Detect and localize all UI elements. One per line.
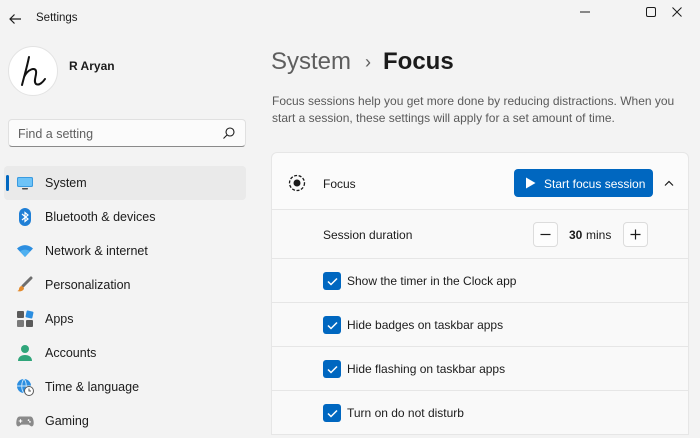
session-duration-unit: mins xyxy=(586,228,612,242)
close-button[interactable] xyxy=(654,0,700,24)
minimize-button[interactable] xyxy=(562,0,608,24)
checkmark-icon xyxy=(326,321,338,330)
avatar-h-signature-icon xyxy=(21,56,46,86)
show-timer-checkbox[interactable] xyxy=(323,272,341,290)
search-box[interactable] xyxy=(8,119,246,147)
chevron-up-icon xyxy=(664,180,674,186)
option-row-hide-badges: Hide badges on taskbar apps xyxy=(271,303,689,347)
brush-icon xyxy=(16,276,34,294)
increase-duration-button[interactable] xyxy=(623,222,648,247)
checkmark-icon xyxy=(326,277,338,286)
hide-badges-checkbox[interactable] xyxy=(323,316,341,334)
sidebar-item-label: Gaming xyxy=(45,414,89,428)
breadcrumb-parent[interactable]: System xyxy=(271,48,351,76)
page-title: Focus xyxy=(383,48,454,75)
app-title: Settings xyxy=(36,12,78,24)
collapse-button[interactable] xyxy=(658,172,680,194)
breadcrumb: System › Focus xyxy=(271,48,454,76)
page-description: Focus sessions help you get more done by… xyxy=(272,94,675,125)
minimize-icon xyxy=(580,11,590,13)
sidebar-item-label: Personalization xyxy=(45,278,131,292)
apps-icon xyxy=(16,310,34,328)
option-row-do-not-disturb: Turn on do not disturb xyxy=(271,391,689,435)
do-not-disturb-checkbox[interactable] xyxy=(323,404,341,422)
back-arrow-icon xyxy=(9,14,21,24)
checkmark-icon xyxy=(326,365,338,374)
decrease-duration-button[interactable] xyxy=(533,222,558,247)
sidebar-item-gaming[interactable]: Gaming xyxy=(4,404,246,438)
globe-clock-icon xyxy=(16,378,34,396)
session-duration-label: Session duration xyxy=(323,228,413,242)
wifi-icon xyxy=(16,242,34,260)
gamepad-icon xyxy=(16,412,34,430)
sidebar-item-label: Apps xyxy=(45,312,74,326)
sidebar-item-time-language[interactable]: Time & language xyxy=(4,370,246,404)
start-focus-session-label: Start focus session xyxy=(544,177,646,191)
sidebar-item-personalization[interactable]: Personalization xyxy=(4,268,246,302)
sidebar-item-label: System xyxy=(45,176,87,190)
sidebar-item-accounts[interactable]: Accounts xyxy=(4,336,246,370)
plus-icon xyxy=(630,229,641,240)
focus-header-row[interactable]: Focus Start focus session xyxy=(271,152,689,210)
bluetooth-icon xyxy=(16,208,34,226)
user-name: R Aryan xyxy=(69,59,115,73)
checkmark-icon xyxy=(326,409,338,418)
sidebar-item-bluetooth[interactable]: Bluetooth & devices xyxy=(4,200,246,234)
avatar[interactable] xyxy=(8,46,58,96)
title-bar: Settings xyxy=(0,0,700,38)
play-icon xyxy=(526,177,536,189)
focus-settings-card: Focus Start focus session Session durati… xyxy=(271,152,689,438)
sidebar-item-label: Accounts xyxy=(45,346,97,360)
hide-flashing-checkbox[interactable] xyxy=(323,360,341,378)
sidebar-nav: System Bluetooth & devices Network & int… xyxy=(0,166,250,438)
hide-badges-label: Hide badges on taskbar apps xyxy=(347,318,504,332)
sidebar-item-label: Bluetooth & devices xyxy=(45,210,156,224)
sidebar-item-system[interactable]: System xyxy=(4,166,246,200)
start-focus-session-button[interactable]: Start focus session xyxy=(514,169,653,197)
sidebar-item-network[interactable]: Network & internet xyxy=(4,234,246,268)
person-icon xyxy=(16,344,34,362)
option-row-show-timer: Show the timer in the Clock app xyxy=(271,259,689,303)
option-row-hide-flashing: Hide flashing on taskbar apps xyxy=(271,347,689,391)
session-duration-value: 30 xyxy=(569,228,583,242)
sidebar-item-apps[interactable]: Apps xyxy=(4,302,246,336)
do-not-disturb-label: Turn on do not disturb xyxy=(347,406,464,420)
minus-icon xyxy=(540,233,551,236)
monitor-icon xyxy=(16,174,34,192)
hide-flashing-label: Hide flashing on taskbar apps xyxy=(347,362,506,376)
sidebar-item-label: Network & internet xyxy=(45,244,148,258)
show-timer-label: Show the timer in the Clock app xyxy=(347,274,517,288)
focus-label: Focus xyxy=(323,177,356,191)
search-input[interactable] xyxy=(18,125,218,142)
sidebar-item-label: Time & language xyxy=(45,380,140,394)
search-icon[interactable] xyxy=(222,126,236,140)
focus-icon xyxy=(288,174,306,192)
close-icon xyxy=(672,7,682,17)
back-button[interactable] xyxy=(4,6,26,32)
breadcrumb-separator: › xyxy=(365,51,372,72)
session-duration-row: Session duration 30 mins xyxy=(271,210,689,259)
